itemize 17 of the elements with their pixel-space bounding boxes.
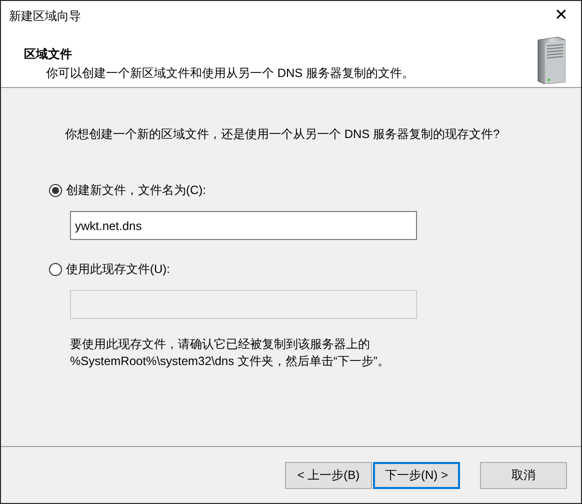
wizard-button[interactable]: < 上一步(B) <box>285 462 372 488</box>
page-title: 区域文件 <box>24 46 73 63</box>
file-name-field[interactable] <box>70 290 417 319</box>
note-text: %SystemRoot%\system32\dns 文件夹，然后单击“下一步”。 <box>70 353 390 370</box>
radio-button[interactable] <box>49 262 62 276</box>
wizard-button[interactable]: 下一步(N) > <box>373 462 460 488</box>
server-tower-icon <box>536 36 566 84</box>
file-name-field[interactable]: ywkt.net.dns <box>70 211 417 240</box>
note-text: 要使用此现存文件，请确认它已经被复制到该服务器上的 <box>70 336 371 353</box>
question-text: 你想创建一个新的区域文件，还是使用一个从另一个 DNS 服务器复制的现存文件? <box>64 126 501 143</box>
radio-button[interactable] <box>49 184 62 196</box>
page-subtitle: 你可以创建一个新区域文件和使用从另一个 DNS 服务器复制的文件。 <box>45 65 414 82</box>
wizard-button[interactable]: 取消 <box>480 462 567 488</box>
radio-option[interactable]: 使用此现存文件(U): <box>49 260 581 278</box>
close-button[interactable]: ✕ <box>541 1 581 31</box>
radio-option[interactable]: 创建新文件，文件名为(C): <box>49 181 581 199</box>
window-title: 新建区域向导 <box>9 8 81 25</box>
